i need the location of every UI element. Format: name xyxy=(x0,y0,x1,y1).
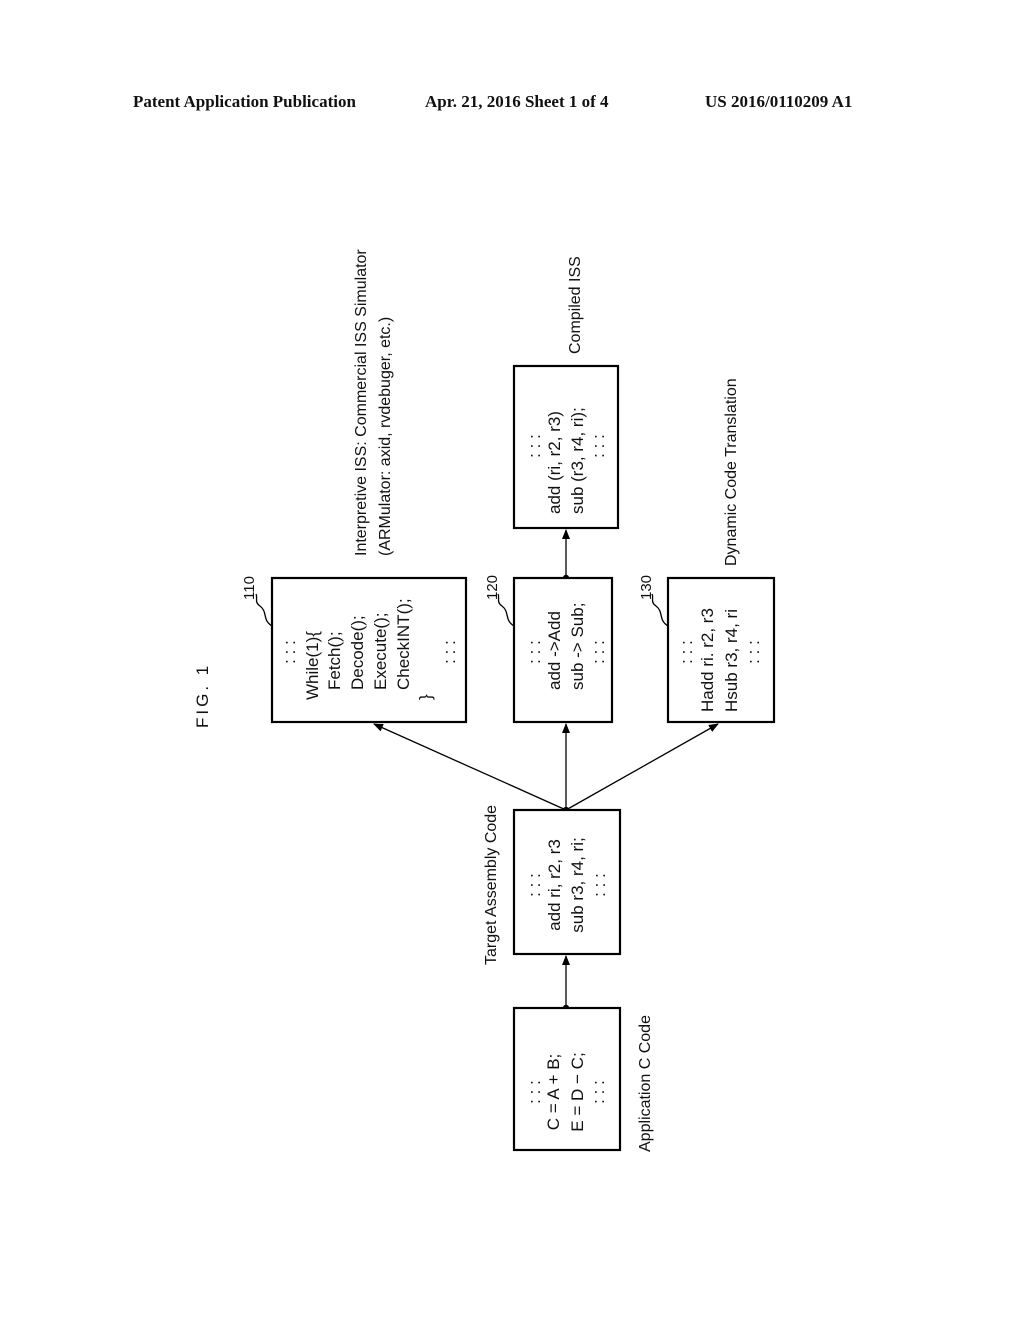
code-line: Hsub r3, r4, ri xyxy=(722,609,741,712)
node-target-assembly-code: : : : add ri, r2, r3 sub r3, r4, ri; : :… xyxy=(483,805,622,965)
code-line: Execute(); xyxy=(371,613,390,690)
code-line: : : : xyxy=(589,1080,608,1104)
code-line: add (ri, r2, r3) xyxy=(545,411,564,514)
caption-line-2: (ARMulator: axid, rvdebuger, etc.) xyxy=(377,317,394,556)
node-dynamic-code-translation: : : : Hadd ri. r2, r3 Hsub r3, r4, ri : … xyxy=(638,378,776,724)
code-line: C = A + B; xyxy=(544,1054,563,1131)
code-line: : : : xyxy=(525,640,544,664)
caption-line-1: Interpretive ISS: Commercial ISS Simulat… xyxy=(353,249,370,556)
code-line: CheckINT(); xyxy=(394,598,413,690)
code-line: sub (r3, r4, ri); xyxy=(568,407,587,514)
box xyxy=(512,1006,622,1152)
code-line: : : : xyxy=(744,640,763,664)
code-line: : : : xyxy=(677,640,696,664)
figure-label: FIG. 1 xyxy=(193,663,212,728)
code-line: : : : xyxy=(280,640,299,664)
node-compiled-mapping: : : : add ->Add sub -> Sub; : : : 120 xyxy=(484,575,614,724)
code-line: } xyxy=(416,694,435,700)
node-interpretive-iss: : : : While(1){ Fetch(); Decode(); Execu… xyxy=(241,249,468,724)
code-line: : : : xyxy=(525,1080,544,1104)
code-line: sub r3, r4, ri; xyxy=(568,837,587,932)
code-line: While(1){ xyxy=(303,631,322,700)
code-line: : : : xyxy=(525,434,544,458)
code-line: E = D − C; xyxy=(568,1052,587,1131)
caption: Application C Code xyxy=(637,1015,654,1152)
code-line: Decode(); xyxy=(348,615,367,690)
caption: Target Assembly Code xyxy=(483,805,500,965)
code-line: add ri, r2, r3 xyxy=(545,839,564,931)
box xyxy=(270,576,468,724)
code-line: : : : xyxy=(589,640,608,664)
flow-diagram: FIG. 1 : : : C = A + B; E = D − C; : : :… xyxy=(193,249,776,1152)
code-line: : : : xyxy=(589,434,608,458)
caption: Dynamic Code Translation xyxy=(723,378,740,566)
node-compiled-iss: : : : add (ri, r2, r3) sub (r3, r4, ri);… xyxy=(512,256,620,530)
code-line: Hadd ri. r2, r3 xyxy=(698,608,717,712)
code-line: Fetch(); xyxy=(325,631,344,690)
reference-numeral: 110 xyxy=(241,576,258,600)
node-application-c-code: : : : C = A + B; E = D − C; : : : Applic… xyxy=(512,1006,654,1152)
leader-line xyxy=(255,593,273,627)
code-line: : : : xyxy=(590,873,609,897)
code-line: add ->Add xyxy=(545,611,564,690)
edge-target-to-interp xyxy=(373,723,567,811)
edge-target-to-dynamic xyxy=(565,723,719,811)
code-line: sub -> Sub; xyxy=(568,603,587,690)
code-line: : : : xyxy=(440,640,459,664)
code-line: : : : xyxy=(525,873,544,897)
caption: Compiled ISS xyxy=(567,256,584,354)
